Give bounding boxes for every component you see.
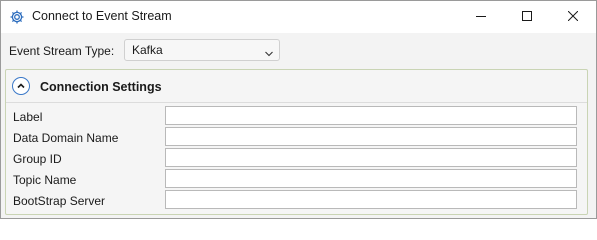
field-row-bootstrap-server: BootStrap Server [6,190,587,211]
divider [6,102,587,103]
event-stream-type-row: Event Stream Type: Kafka [9,39,589,61]
field-row-topic-name: Topic Name [6,169,587,190]
data-domain-name-field-label: Data Domain Name [13,131,119,145]
topic-name-input[interactable] [165,169,577,188]
bootstrap-server-input[interactable] [165,190,577,209]
minimize-icon [476,10,486,24]
bootstrap-server-field-label: BootStrap Server [13,194,106,208]
field-row-label: Label [6,106,587,127]
close-button[interactable] [550,1,596,33]
topic-name-field-label: Topic Name [13,173,77,187]
field-row-group-id: Group ID [6,148,587,169]
event-stream-type-select[interactable]: Kafka [124,39,280,61]
maximize-button[interactable] [504,1,550,33]
data-domain-name-input[interactable] [165,127,577,146]
title-bar[interactable]: Connect to Event Stream [1,1,596,33]
connection-settings-panel: Connection Settings Label Data Domain Na… [5,69,588,215]
gear-icon [9,9,25,25]
label-input[interactable] [165,106,577,125]
collapse-button[interactable] [12,77,30,95]
chevron-up-icon [17,83,25,89]
event-stream-type-value: Kafka [132,43,163,57]
group-id-field-label: Group ID [13,152,62,166]
connection-settings-title: Connection Settings [40,80,162,94]
event-stream-type-label: Event Stream Type: [9,44,115,58]
window-title: Connect to Event Stream [32,9,172,23]
minimize-button[interactable] [458,1,504,33]
maximize-icon [522,10,532,24]
group-id-input[interactable] [165,148,577,167]
field-row-data-domain-name: Data Domain Name [6,127,587,148]
chevron-down-icon [265,46,273,57]
close-icon [567,10,579,24]
dialog-window: Connect to Event Stream Event Stream Typ… [0,0,597,219]
label-field-label: Label [13,110,43,124]
connection-settings-header[interactable]: Connection Settings [12,76,412,98]
